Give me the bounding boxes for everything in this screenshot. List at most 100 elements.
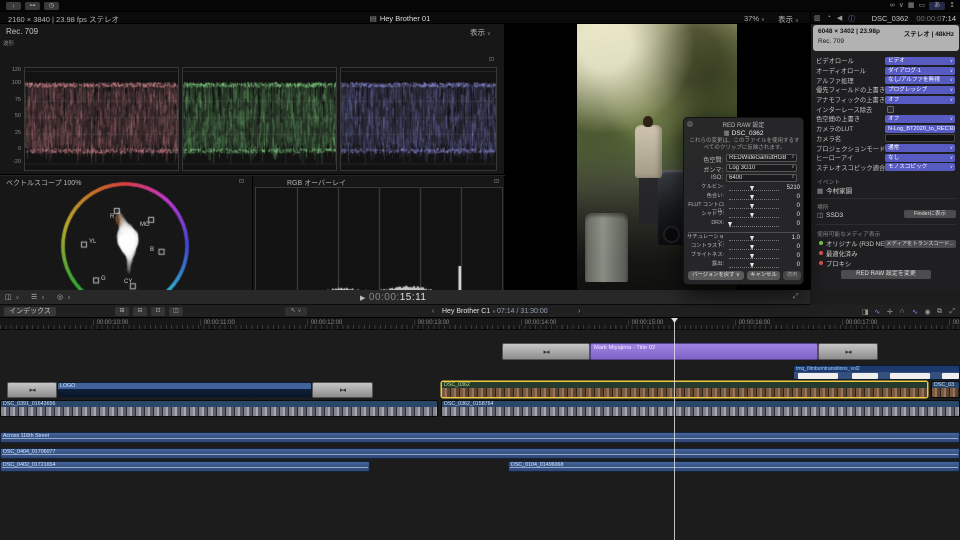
viewer-expand-icon[interactable]: ⤢ — [793, 293, 799, 301]
solo-icon[interactable]: ∿ — [912, 308, 918, 316]
video-clip[interactable]: LOGO — [57, 382, 312, 398]
slider-thumb[interactable] — [749, 263, 754, 268]
tab-color-inspector-icon[interactable]: ◔ — [827, 14, 831, 24]
keyboard-icon[interactable]: ▭ — [919, 2, 926, 10]
slider-track-contrast[interactable] — [729, 245, 779, 250]
history-forward-icon[interactable]: › — [578, 308, 580, 315]
snapping-icon[interactable]: ◉ — [925, 308, 931, 316]
dialog-dropdown-colorspace[interactable]: REDWideGamutRGB ⇕ — [726, 154, 797, 162]
title-clip[interactable]: Mark Miyajima - Title 02 — [590, 343, 818, 360]
audio-clip[interactable]: DSC_0104_01496068 — [508, 461, 960, 472]
slider-track-shadow[interactable] — [729, 213, 779, 218]
audio-skim-icon[interactable]: ∩ — [900, 308, 905, 315]
caret-icon[interactable]: ∨ — [899, 2, 904, 10]
trim-icon[interactable]: ◨ — [862, 308, 869, 316]
inspector-dropdown-hero-eye[interactable]: なし ∨ — [885, 153, 955, 162]
scope-settings-icon[interactable]: ⊡ — [489, 56, 494, 63]
cancel-button[interactable]: キャンセル — [747, 271, 780, 280]
slider-track-flut[interactable] — [729, 204, 779, 209]
inspector-dropdown-stereoscopic[interactable]: モノスコピック ∨ — [885, 163, 955, 172]
video-clip[interactable]: DSC_03 — [931, 381, 960, 398]
titlebar: ↓ ⊶ ◷ ∞ ∨ ▦ ▭ あ ↥ — [0, 0, 960, 12]
slider-track-brightness[interactable] — [729, 254, 779, 259]
import-icon[interactable]: ↓ — [6, 2, 21, 10]
expand-icon[interactable]: ⤢ — [950, 308, 956, 316]
slider-track-saturation[interactable] — [729, 236, 779, 241]
slider-thumb[interactable] — [749, 254, 754, 259]
keyword-icon[interactable]: ⊟ — [133, 307, 147, 316]
key-icon[interactable]: ⊶ — [25, 2, 40, 10]
timeline-ruler[interactable]: | 00:00:10:00 | 00:00:11:00 | 00:00:12:00 | 00:… — [0, 318, 960, 330]
audio-clip[interactable]: DSC_0404_01706077 — [0, 448, 960, 459]
position-icon[interactable]: ✛ — [887, 308, 893, 316]
inspector-dropdown-anamorphic-override[interactable]: オフ ∨ — [885, 95, 955, 104]
event-name[interactable]: ▦ 今村家園 — [817, 185, 852, 195]
playhead-timecode: ▶ 00:00:15:11 — [360, 292, 427, 303]
play-icon[interactable]: ▶ — [360, 295, 366, 302]
sequence-name[interactable]: Hey Brother C1 ∨ — [442, 308, 496, 315]
inspector-dropdown-projection-mode[interactable]: 通常 ∨ — [885, 144, 955, 153]
index-button[interactable]: インデックス — [4, 307, 56, 316]
analysis-icon[interactable]: ⊡ — [151, 307, 165, 316]
viewer-zoom-dropdown[interactable]: 37% ∨ — [744, 14, 765, 23]
transition-clip[interactable]: ▸◂ — [312, 382, 373, 398]
inspector-dropdown-camera-lut[interactable]: N-Log_BT2020_to_REC709...∨ — [885, 124, 955, 133]
transcode-media-button[interactable]: メディアをトランスコード... — [884, 240, 956, 248]
video-clip[interactable]: DSC_0362 — [441, 381, 928, 398]
dialog-dropdown-iso[interactable]: 6400 ⇕ — [726, 174, 797, 182]
audio-clip[interactable]: DSC_0402_01721654 — [0, 461, 370, 472]
clock-icon[interactable]: ◷ — [44, 2, 59, 10]
tools-icon[interactable]: ☰ ∨ — [31, 293, 45, 301]
skimming-icon[interactable]: ∿ — [875, 308, 881, 316]
input-camera-name[interactable] — [885, 134, 955, 143]
playhead[interactable] — [674, 318, 675, 540]
video-clip[interactable]: DSC_0391_01643656 — [0, 400, 438, 417]
transition-clip[interactable]: ▸◂ — [7, 382, 57, 398]
dialog-dropdown-gamma[interactable]: Log 3G10 ⇕ — [726, 164, 797, 172]
slider-thumb[interactable] — [749, 186, 754, 191]
tab-info-inspector-icon[interactable]: ⓘ — [848, 14, 855, 24]
tab-video-inspector-icon[interactable]: ▥ — [814, 14, 821, 24]
select-tool-dropdown[interactable]: ↖ ∨ — [285, 307, 307, 316]
change-red-raw-button[interactable]: RED RAW 設定を変更 — [841, 270, 931, 279]
effects-icon[interactable]: ⧉ — [937, 308, 942, 316]
tab-audio-inspector-icon[interactable]: ◀ — [837, 14, 842, 24]
revert-version-button[interactable]: バージョンを戻す ∨ — [688, 271, 744, 280]
inspector-dropdown-alpha[interactable]: なし/アルファを無視 ∨ — [885, 76, 955, 85]
slider-thumb[interactable] — [749, 213, 754, 218]
timer-icon[interactable]: ◎ ∨ — [57, 293, 71, 301]
slider-thumb[interactable] — [728, 222, 732, 227]
slider-thumb[interactable] — [749, 245, 754, 250]
connected-clip[interactable]: tmq_filmburntransitions_vol2 — [793, 365, 960, 380]
scopes-view-dropdown[interactable]: 表示 ∨ — [470, 27, 491, 38]
apply-button[interactable]: 適用 — [783, 271, 801, 280]
chevron-down-icon: ∨ — [15, 295, 20, 301]
marker-icon[interactable]: ⊞ — [115, 307, 129, 316]
slider-thumb[interactable] — [749, 195, 754, 200]
clip-appearance-icon[interactable]: ◫ ∨ — [5, 293, 19, 301]
slider-track-kelvin[interactable] — [729, 186, 779, 191]
inspector-dropdown-video-role[interactable]: ビデオ ∨ — [885, 56, 955, 65]
slider-track-exposure[interactable] — [729, 263, 779, 268]
audio-clip[interactable]: Across 116th Street — [0, 432, 960, 443]
share-icon[interactable]: ↥ — [949, 2, 955, 10]
inspector-dropdown-audio-role[interactable]: ダイアログ-1 ∨ — [885, 66, 955, 75]
slider-thumb[interactable] — [749, 204, 754, 209]
link-icon[interactable]: ∞ — [890, 2, 895, 10]
video-clip[interactable]: DSC_0362_0158764 — [441, 400, 960, 417]
checkbox-deinterlace[interactable] — [887, 105, 894, 113]
history-back-icon[interactable]: ‹ — [432, 308, 434, 315]
rgb-overlay-settings-icon[interactable]: ⊡ — [494, 178, 499, 185]
show-in-finder-button[interactable]: Finderに表示 — [904, 210, 956, 218]
input-source-icon[interactable]: あ — [929, 2, 946, 10]
inspector-dropdown-field-override[interactable]: プログレッシブ ∨ — [885, 85, 955, 94]
transition-clip[interactable]: ▸◂ — [502, 343, 590, 360]
slider-thumb[interactable] — [749, 236, 754, 241]
inspector-dropdown-colorspace-override[interactable]: オフ ∨ — [885, 114, 955, 123]
appearance-icon[interactable]: ◫ — [169, 307, 183, 316]
slider-track-drx[interactable] — [728, 222, 779, 227]
slider-track-tint[interactable] — [729, 195, 779, 200]
grid-icon[interactable]: ▦ — [908, 2, 915, 10]
vectorscope-settings-icon[interactable]: ⊡ — [239, 178, 244, 185]
transition-clip[interactable]: ▸◂ — [818, 343, 878, 360]
